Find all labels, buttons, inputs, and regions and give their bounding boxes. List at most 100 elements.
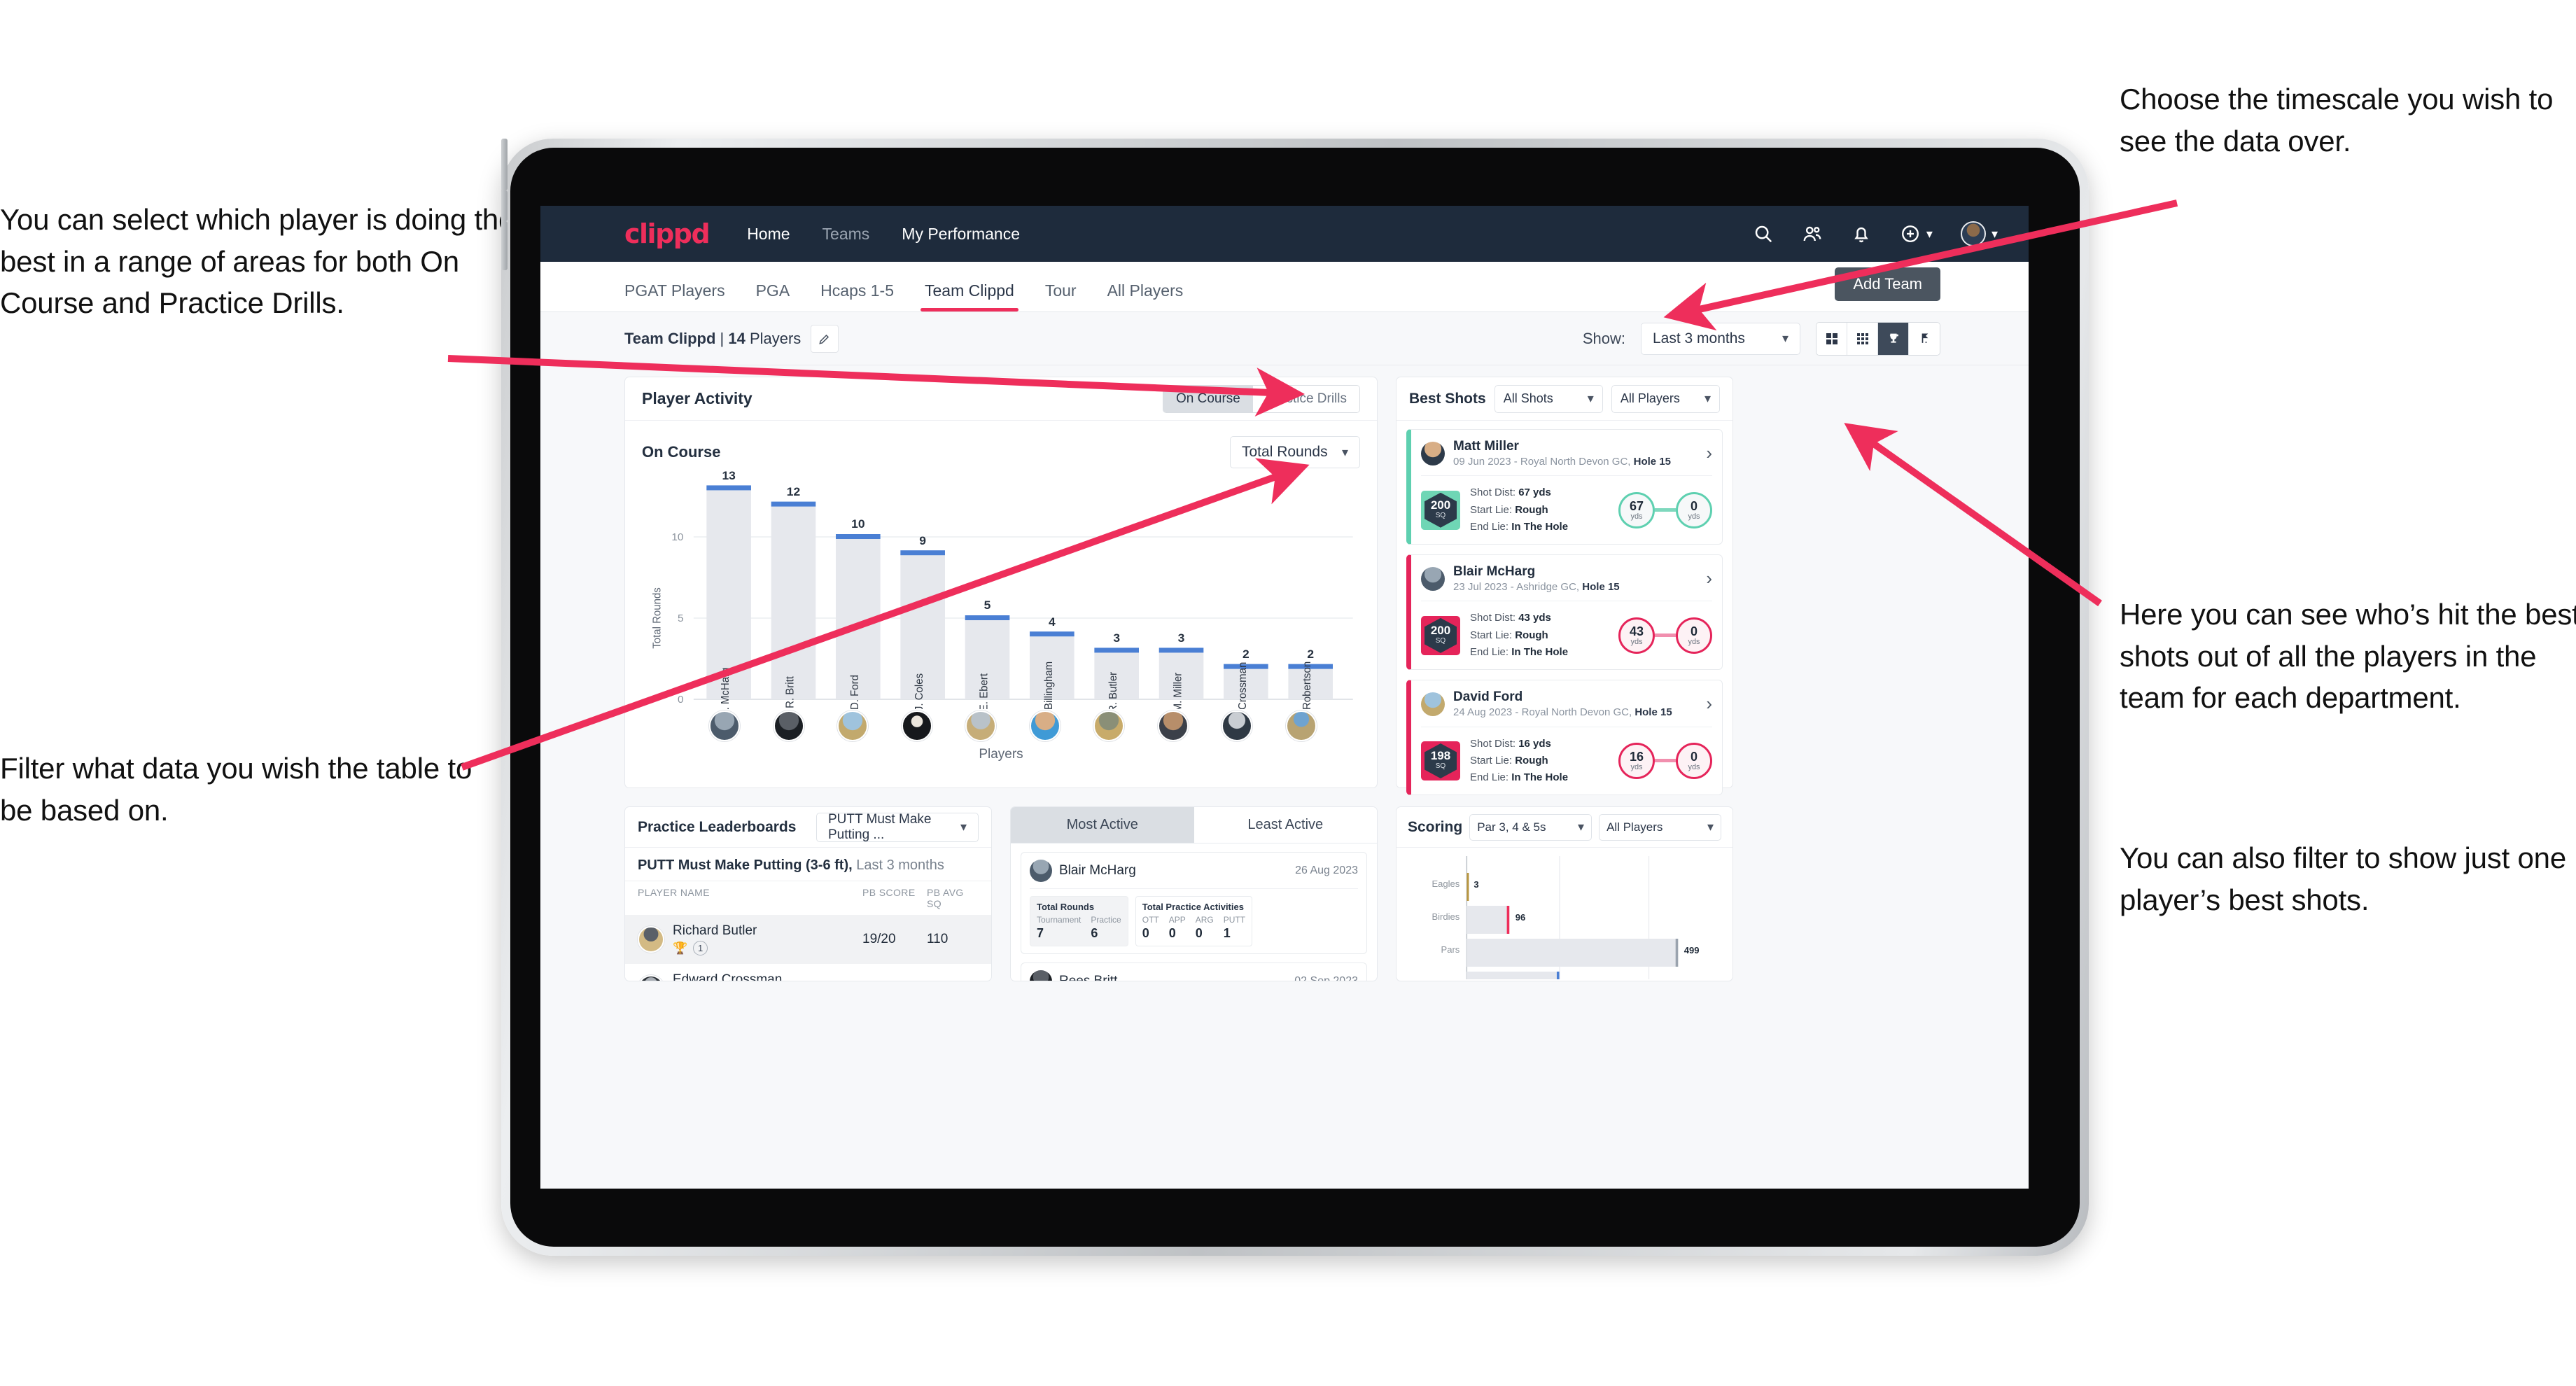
distance-end: 0 yds bbox=[1676, 617, 1712, 654]
svg-text:Pars: Pars bbox=[1441, 944, 1460, 955]
tab-tour[interactable]: Tour bbox=[1045, 281, 1077, 312]
avatar[interactable] bbox=[709, 710, 740, 741]
svg-text:3: 3 bbox=[1178, 631, 1185, 645]
scoring-bar-chart-svg: Eagles 3 Birdies 96 Pars 499 bbox=[1429, 856, 1700, 979]
shot-type-select[interactable]: All Shots ▾ bbox=[1494, 384, 1603, 413]
avatar[interactable] bbox=[901, 710, 932, 741]
grid-3x3-icon bbox=[1856, 332, 1868, 344]
par-filter-select[interactable]: Par 3, 4 & 5s ▾ bbox=[1469, 813, 1592, 841]
tab-most-active[interactable]: Most Active bbox=[1011, 807, 1194, 843]
team-name: Team Clippd bbox=[624, 329, 716, 347]
section-tabs: PGAT Players PGA Hcaps 1-5 Team Clippd T… bbox=[540, 262, 2029, 312]
distance-end-unit: yds bbox=[1688, 512, 1700, 521]
best-shot-card[interactable]: Matt Miller 09 Jun 2023 - Royal North De… bbox=[1406, 429, 1723, 545]
best-shot-card[interactable]: Blair McHarg 23 Jul 2023 - Ashridge GC, … bbox=[1406, 554, 1723, 671]
profile-menu[interactable]: ▾ bbox=[1960, 221, 1998, 246]
bell-icon[interactable] bbox=[1851, 223, 1872, 244]
annotation-best-shots-filter: You can also filter to show just one pla… bbox=[2120, 841, 2566, 916]
activity-item[interactable]: Rees Britt 02 Sep 2023 Total Rounds Tour… bbox=[1021, 962, 1367, 981]
avatar[interactable] bbox=[965, 710, 997, 741]
best-shot-body: 200 SQ Shot Dist: 43 yds Start Lie: Roug… bbox=[1421, 601, 1712, 661]
metric-select[interactable]: Total Rounds ▾ bbox=[1230, 436, 1360, 468]
nav-item-my-performance[interactable]: My Performance bbox=[902, 225, 1020, 244]
clippd-logo[interactable]: clippd bbox=[624, 218, 710, 249]
chevron-right-icon[interactable]: › bbox=[1706, 568, 1712, 589]
chevron-down-icon[interactable]: ▾ bbox=[1926, 227, 1933, 241]
plus-circle-icon[interactable] bbox=[1900, 223, 1921, 244]
distance-end: 0 yds bbox=[1676, 491, 1712, 528]
avatar[interactable] bbox=[1960, 221, 1986, 246]
people-icon[interactable] bbox=[1802, 223, 1823, 244]
view-flag-button[interactable] bbox=[1909, 322, 1940, 355]
chevron-right-icon[interactable]: › bbox=[1706, 693, 1712, 715]
best-shot-hole: Hole 15 bbox=[1633, 455, 1671, 468]
best-shot-meta: 23 Jul 2023 - Ashridge GC, Hole 15 bbox=[1453, 580, 1620, 594]
drill-period: Last 3 months bbox=[852, 858, 944, 873]
timescale-select[interactable]: Last 3 months ▾ bbox=[1641, 322, 1800, 355]
sq-unit: SQ bbox=[1435, 637, 1446, 645]
edit-team-button[interactable] bbox=[811, 324, 839, 353]
table-row[interactable]: Richard Butler 🏆 1 19/20 110 bbox=[625, 915, 991, 964]
best-shot-details: Shot Dist: 43 yds Start Lie: Rough End L… bbox=[1470, 610, 1568, 661]
practice-activities-title: Total Practice Activities bbox=[1142, 902, 1244, 912]
chevron-right-icon[interactable]: › bbox=[1706, 442, 1712, 464]
add-menu[interactable]: ▾ bbox=[1900, 223, 1933, 244]
stat-key: PUTT bbox=[1223, 915, 1246, 925]
column-pb-avg-sq: PB AVG SQ bbox=[927, 887, 964, 909]
view-grid-2x2-button[interactable] bbox=[1816, 322, 1847, 355]
scoring-player-select[interactable]: All Players ▾ bbox=[1599, 813, 1721, 841]
view-grid-3x3-button[interactable] bbox=[1847, 322, 1878, 355]
avatar[interactable] bbox=[773, 710, 804, 741]
avatar[interactable] bbox=[1093, 710, 1125, 741]
search-icon[interactable] bbox=[1753, 223, 1774, 244]
player-activity-subheader: On Course Total Rounds ▾ bbox=[625, 421, 1377, 471]
avatar[interactable] bbox=[1285, 710, 1317, 741]
tab-hcaps-1-5[interactable]: Hcaps 1-5 bbox=[820, 281, 894, 312]
avatar[interactable] bbox=[1157, 710, 1189, 741]
activity-item[interactable]: Blair McHarg 26 Aug 2023 Total Rounds To… bbox=[1021, 852, 1367, 954]
tab-pgat-players[interactable]: PGAT Players bbox=[624, 281, 725, 312]
svg-text:Bogeys: Bogeys bbox=[1429, 977, 1460, 979]
best-shot-card[interactable]: David Ford 24 Aug 2023 - Royal North Dev… bbox=[1406, 680, 1723, 796]
total-rounds-cols: Tournament 7 Practice 6 bbox=[1037, 915, 1121, 941]
practice-leaderboards-subtitle: PUTT Must Make Putting (3-6 ft), Last 3 … bbox=[625, 848, 991, 881]
tab-all-players[interactable]: All Players bbox=[1107, 281, 1184, 312]
best-shot-hole: Hole 15 bbox=[1582, 580, 1620, 593]
stat-key: Practice bbox=[1091, 915, 1121, 925]
nav-item-home[interactable]: Home bbox=[747, 225, 790, 244]
annotation-timescale: Choose the timescale you wish to see the… bbox=[2120, 83, 2554, 158]
avatar[interactable] bbox=[1222, 710, 1253, 741]
scoring-title: Scoring bbox=[1408, 818, 1463, 835]
chevron-down-icon: ▾ bbox=[960, 820, 967, 834]
svg-text:C. Robertson: C. Robertson bbox=[1301, 662, 1313, 709]
tab-least-active[interactable]: Least Active bbox=[1194, 807, 1377, 843]
nav-item-teams[interactable]: Teams bbox=[822, 225, 870, 244]
activity-item-header: Blair McHarg 26 Aug 2023 bbox=[1030, 860, 1358, 889]
drill-select[interactable]: PUTT Must Make Putting ... ▾ bbox=[816, 811, 979, 842]
best-shots-card: Best Shots All Shots ▾ All Players ▾ Mat… bbox=[1396, 377, 1733, 796]
add-team-button[interactable]: Add Team bbox=[1835, 267, 1940, 301]
activity-stats: Total Rounds Tournament 7 Practice 6 Tot… bbox=[1030, 889, 1358, 946]
tab-team-clippd[interactable]: Team Clippd bbox=[920, 281, 1018, 312]
pencil-icon bbox=[819, 334, 830, 344]
shot-dist-row: Shot Dist: 43 yds bbox=[1470, 610, 1568, 626]
segment-practice-drills[interactable]: Practice Drills bbox=[1252, 385, 1359, 412]
start-lie-label: Start Lie: bbox=[1470, 754, 1516, 766]
sq-tile: 200 SQ bbox=[1421, 490, 1460, 530]
view-trophy-button[interactable] bbox=[1878, 322, 1909, 355]
tab-pga[interactable]: PGA bbox=[756, 281, 790, 312]
avatar[interactable] bbox=[1029, 710, 1060, 741]
table-row[interactable]: Edward Crossman 🏆 2 18/20 107 bbox=[625, 964, 991, 981]
stat-value: 0 bbox=[1195, 926, 1203, 940]
svg-text:E. Ebert: E. Ebert bbox=[978, 673, 990, 709]
avatar bbox=[1421, 566, 1445, 591]
segment-on-course[interactable]: On Course bbox=[1163, 385, 1253, 412]
distance-end-value: 0 bbox=[1690, 498, 1698, 513]
distance-start: 16 yds bbox=[1618, 742, 1655, 779]
start-lie-label: Start Lie: bbox=[1470, 629, 1516, 641]
svg-text:9: 9 bbox=[919, 533, 926, 547]
drill-value: PUTT Must Make Putting ... bbox=[828, 811, 932, 842]
avatar[interactable] bbox=[837, 710, 869, 741]
best-shots-player-select[interactable]: All Players ▾ bbox=[1611, 384, 1720, 413]
chevron-down-icon[interactable]: ▾ bbox=[1991, 227, 1998, 241]
